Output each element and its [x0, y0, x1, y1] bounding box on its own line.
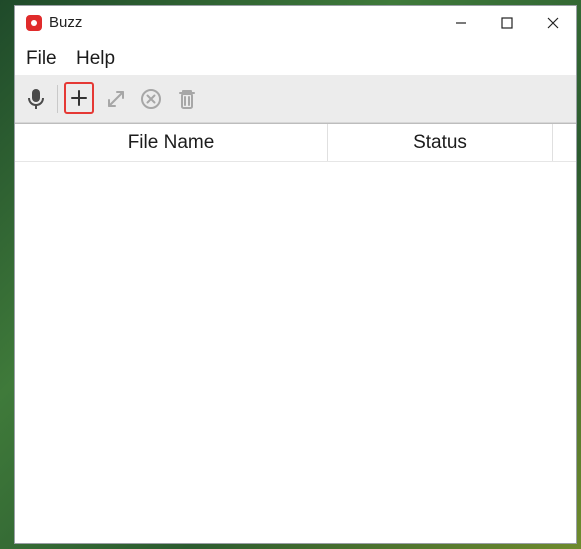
toolbar	[15, 75, 576, 123]
column-header-file-name[interactable]: File Name	[15, 124, 328, 161]
menu-help[interactable]: Help	[76, 48, 115, 70]
buzz-app-icon	[26, 15, 42, 31]
trash-icon	[179, 90, 195, 109]
column-header-status[interactable]: Status	[328, 124, 553, 161]
cancel-transcription-button[interactable]	[137, 85, 165, 113]
maximize-icon	[501, 17, 513, 29]
maximize-button[interactable]	[484, 6, 530, 40]
title-bar: Buzz	[15, 6, 576, 40]
close-icon	[547, 17, 559, 29]
cancel-icon	[141, 89, 161, 109]
menu-bar: File Help	[15, 40, 576, 75]
close-button[interactable]	[530, 6, 576, 40]
app-window: Buzz File Help File Name Status	[14, 5, 577, 544]
column-header-extra	[553, 124, 577, 161]
menu-file[interactable]: File	[26, 48, 57, 70]
minimize-icon	[456, 22, 466, 24]
delete-transcription-button[interactable]	[173, 85, 201, 113]
minimize-button[interactable]	[438, 6, 484, 40]
add-file-button[interactable]	[64, 82, 94, 114]
record-button[interactable]	[22, 85, 50, 113]
open-transcript-button[interactable]	[102, 85, 130, 113]
expand-icon	[108, 91, 124, 107]
plus-icon	[71, 90, 87, 106]
window-title: Buzz	[49, 14, 83, 31]
table-header: File Name Status	[15, 124, 576, 162]
microphone-icon	[28, 89, 44, 109]
toolbar-separator	[57, 85, 58, 113]
transcriptions-table: File Name Status	[15, 123, 576, 543]
